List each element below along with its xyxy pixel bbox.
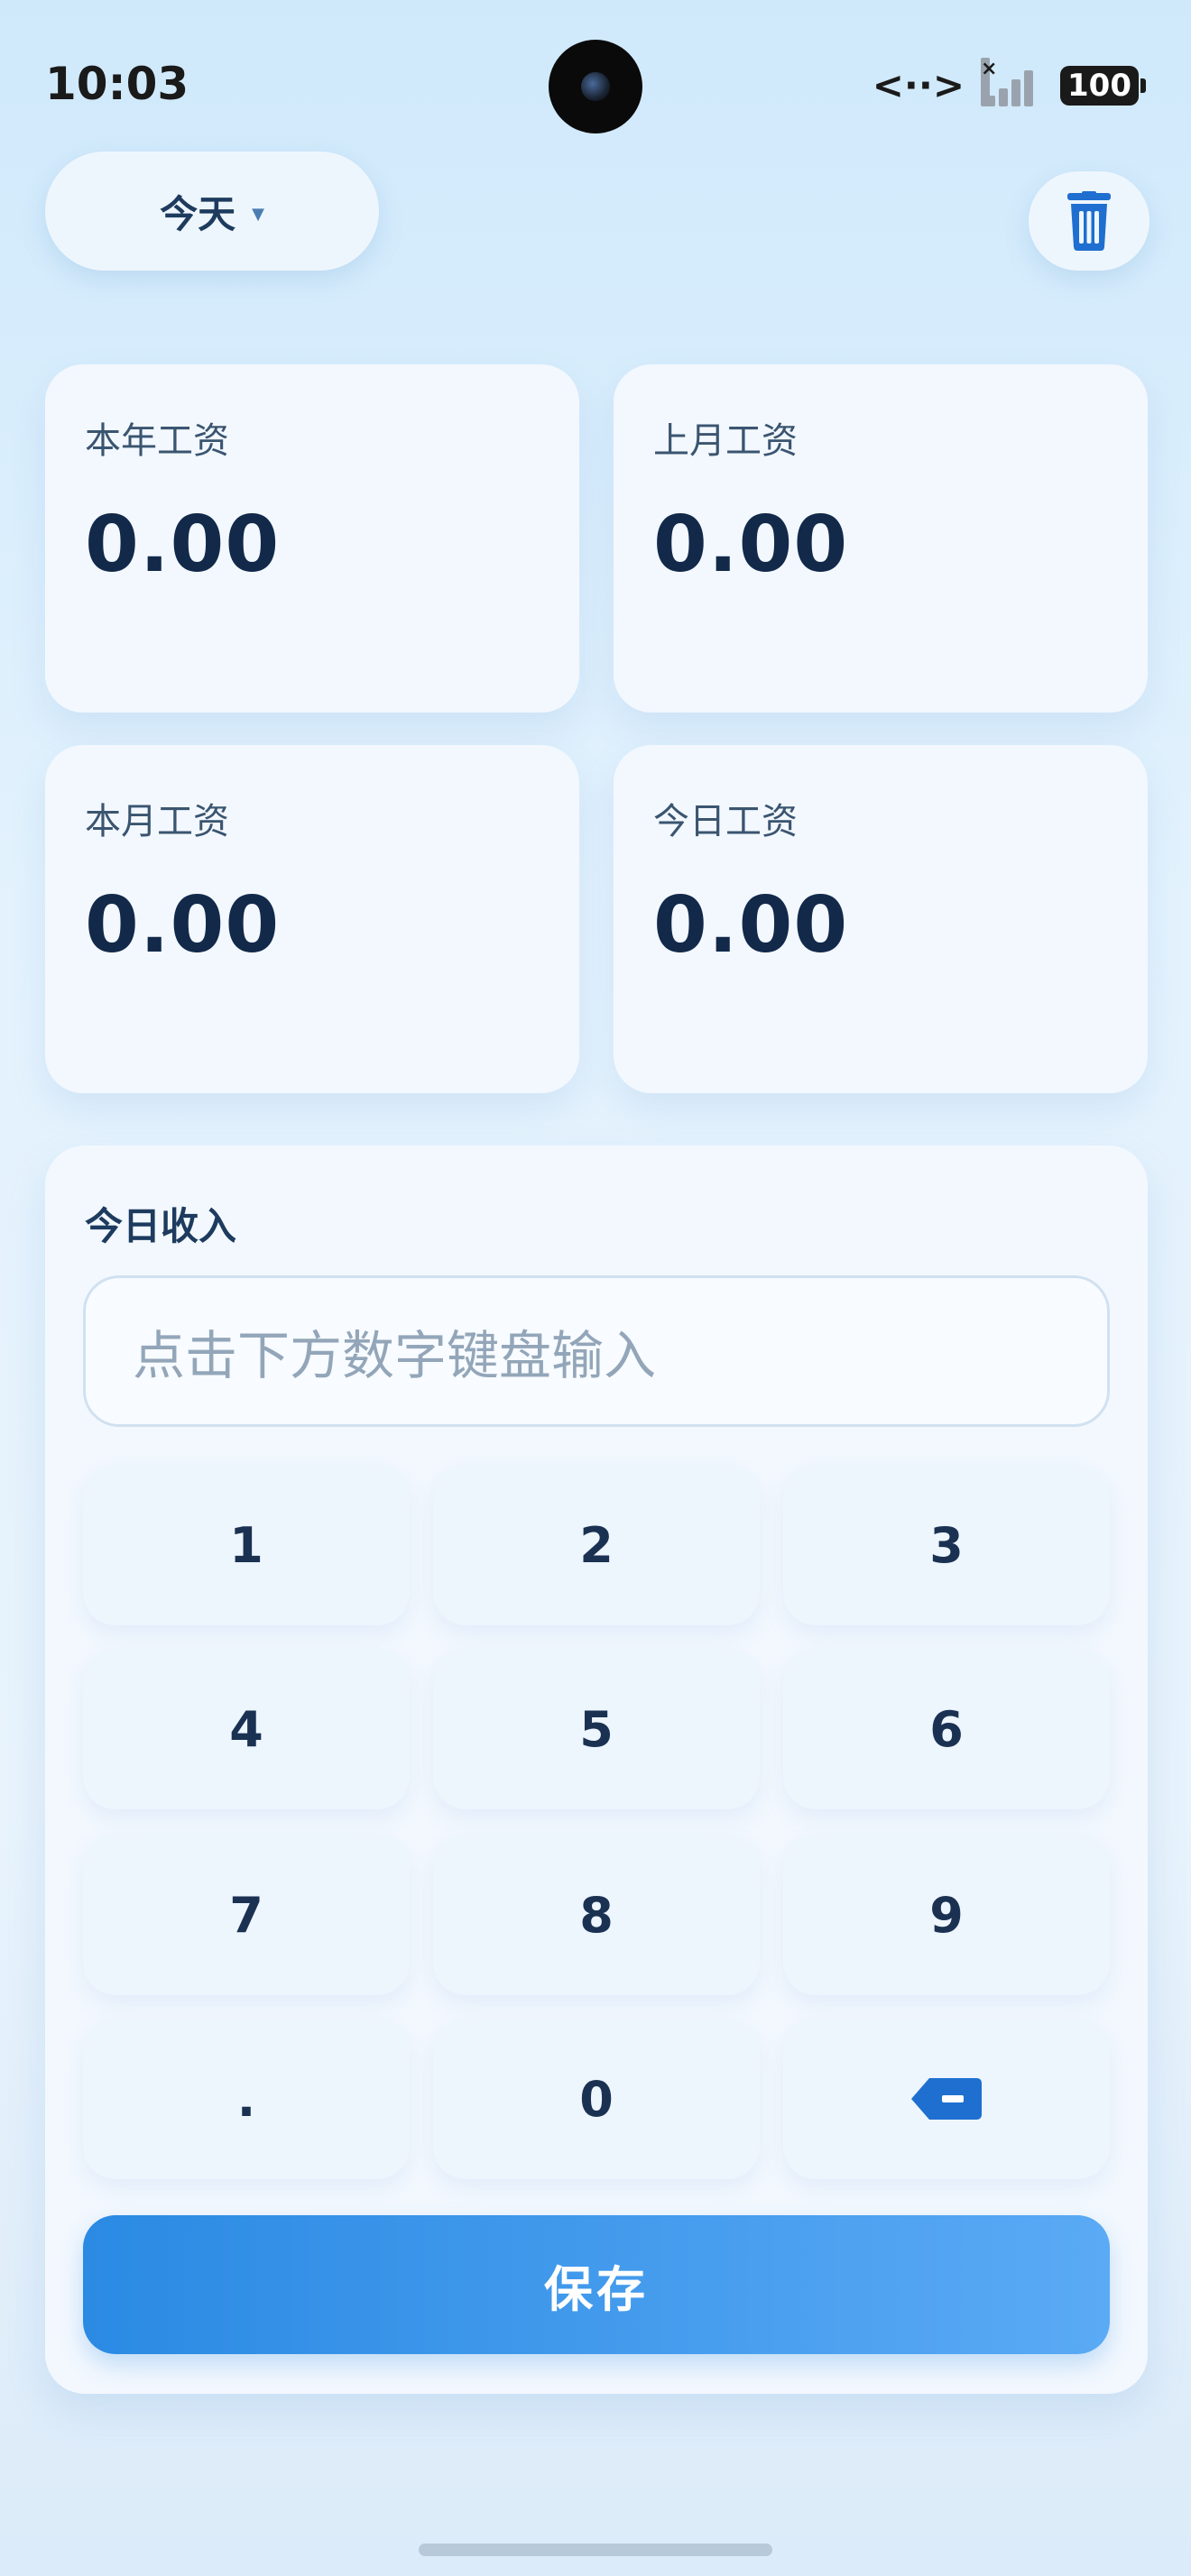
stat-label: 本月工资 xyxy=(85,801,229,842)
amount-input[interactable]: 点击下方数字键盘输入 xyxy=(83,1275,1110,1427)
key-6[interactable]: 6 xyxy=(783,1649,1110,1809)
stat-value: 0.00 xyxy=(653,500,849,590)
front-camera xyxy=(549,40,642,133)
status-time: 10:03 xyxy=(45,58,189,110)
save-button[interactable]: 保存 xyxy=(83,2215,1110,2354)
data-transfer-icon: <··> xyxy=(872,63,965,107)
backspace-key[interactable] xyxy=(783,2019,1110,2179)
trash-icon xyxy=(1067,191,1111,251)
stat-card-last-month: 上月工资 0.00 xyxy=(614,364,1148,713)
key-8[interactable]: 8 xyxy=(433,1835,760,1995)
backspace-icon xyxy=(911,2078,982,2120)
battery-level: 100 xyxy=(1060,65,1139,106)
stat-value: 0.00 xyxy=(653,880,849,971)
income-title: 今日收入 xyxy=(85,1204,237,1248)
key-7[interactable]: 7 xyxy=(83,1835,410,1995)
date-filter-dropdown[interactable]: 今天 ▼ xyxy=(45,152,379,271)
stat-value: 0.00 xyxy=(85,880,281,971)
key-1[interactable]: 1 xyxy=(83,1465,410,1625)
caret-down-icon: ▼ xyxy=(252,204,264,224)
key-9[interactable]: 9 xyxy=(783,1835,1110,1995)
status-icons: <··> × 100 xyxy=(872,57,1146,107)
home-indicator[interactable] xyxy=(419,2544,772,2556)
key-3[interactable]: 3 xyxy=(783,1465,1110,1625)
stat-label: 本年工资 xyxy=(85,420,229,462)
stat-card-today: 今日工资 0.00 xyxy=(614,745,1148,1093)
stat-value: 0.00 xyxy=(85,500,281,590)
delete-button[interactable] xyxy=(1029,171,1149,271)
stat-label: 今日工资 xyxy=(653,801,798,842)
key-decimal[interactable]: . xyxy=(83,2019,410,2179)
date-filter-label: 今天 xyxy=(160,191,236,236)
key-5[interactable]: 5 xyxy=(433,1649,760,1809)
stat-card-month: 本月工资 0.00 xyxy=(45,745,579,1093)
stat-label: 上月工资 xyxy=(653,420,798,462)
key-4[interactable]: 4 xyxy=(83,1649,410,1809)
stat-card-year: 本年工资 0.00 xyxy=(45,364,579,713)
battery-icon: 100 xyxy=(1060,65,1146,106)
key-2[interactable]: 2 xyxy=(433,1465,760,1625)
signal-icon: × xyxy=(981,57,1042,106)
key-0[interactable]: 0 xyxy=(433,2019,760,2179)
